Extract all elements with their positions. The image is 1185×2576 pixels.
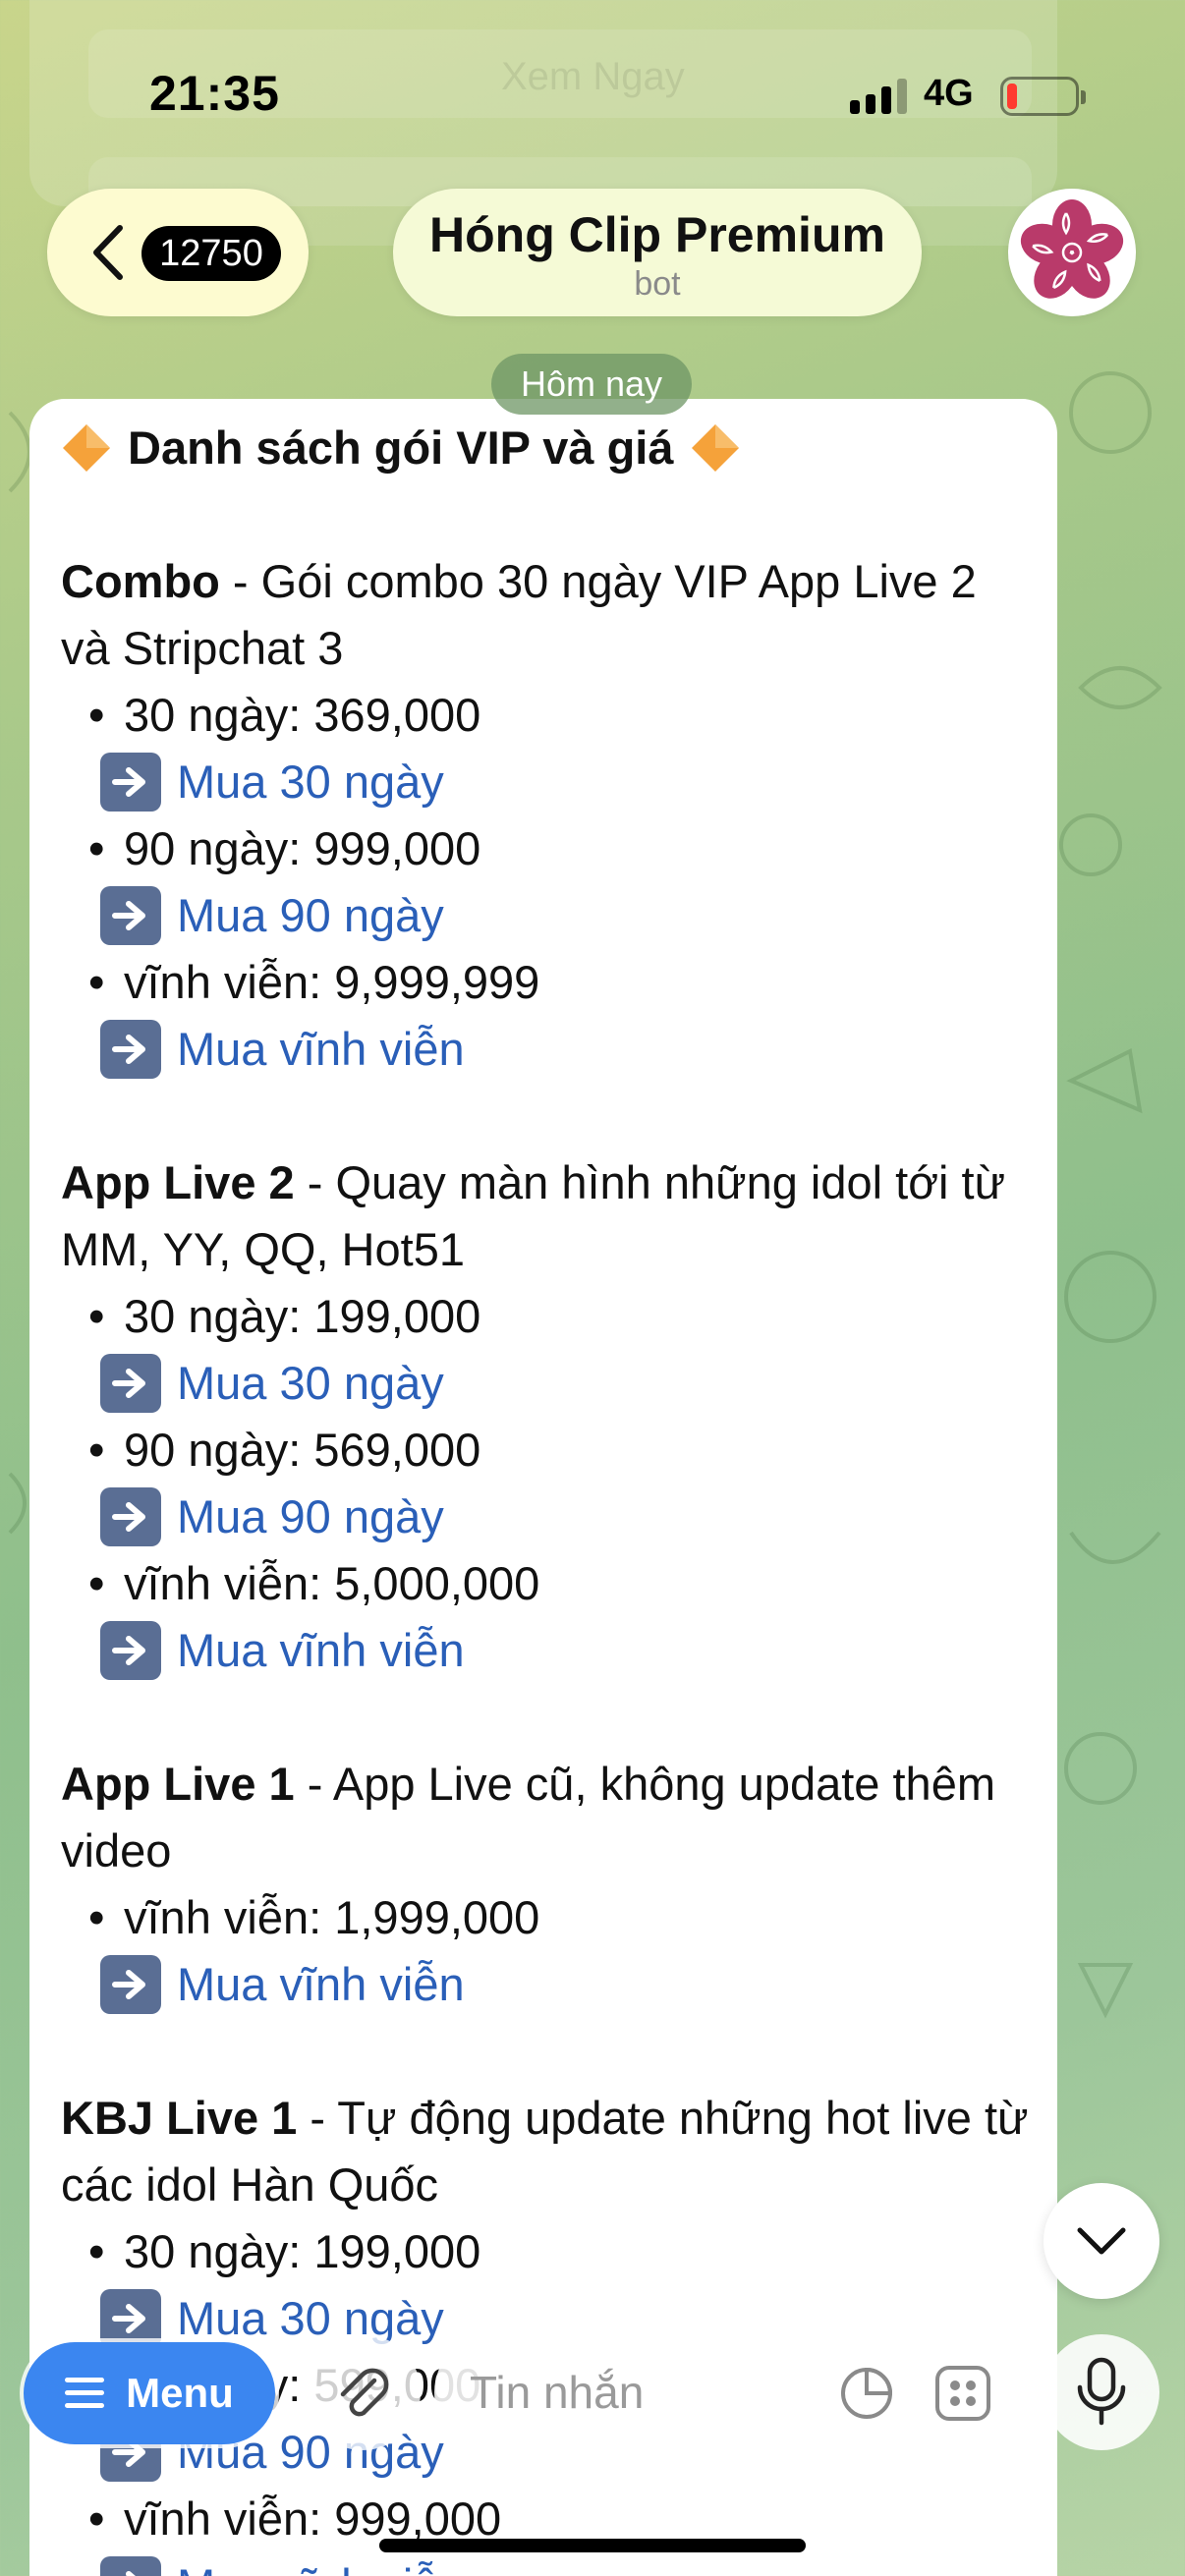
microphone-button[interactable] bbox=[1044, 2334, 1159, 2450]
bullet: • bbox=[88, 2492, 105, 2545]
ghost-text: Xem Ngay bbox=[501, 55, 685, 98]
chat-subtitle: bot bbox=[634, 265, 681, 303]
orange-diamond-icon bbox=[63, 424, 110, 472]
right-arrow-icon bbox=[100, 2289, 161, 2348]
bullet: • bbox=[88, 822, 105, 874]
attach-button[interactable] bbox=[305, 2334, 421, 2450]
buy-link-row: Mua 90 ngày bbox=[61, 1484, 1034, 1550]
right-arrow-icon bbox=[100, 1020, 161, 1079]
chevron-down-icon bbox=[1077, 2227, 1126, 2255]
buy-link-row: Mua 30 ngày bbox=[61, 1350, 1034, 1417]
bullet: • bbox=[88, 1424, 105, 1476]
bot-menu-button[interactable]: Menu bbox=[24, 2342, 275, 2444]
buy-link-row: Mua vĩnh viễn bbox=[61, 2552, 1034, 2576]
price-text: vĩnh viễn: 9,999,999 bbox=[124, 956, 540, 1008]
bullet: • bbox=[88, 1891, 105, 1943]
price-item: • 90 ngày: 569,000 bbox=[61, 1417, 1034, 1484]
chat-title: Hóng Clip Premium bbox=[429, 207, 885, 262]
buy-link[interactable]: Mua 90 ngày bbox=[177, 1484, 444, 1550]
message-heading: Danh sách gói VIP và giá bbox=[61, 415, 1034, 481]
price-item: • 30 ngày: 369,000 bbox=[61, 682, 1034, 749]
right-arrow-icon bbox=[100, 753, 161, 812]
unread-count-badge: 12750 bbox=[141, 226, 281, 281]
scroll-to-bottom-button[interactable] bbox=[1044, 2183, 1159, 2299]
price-text: 30 ngày: 199,000 bbox=[124, 2225, 481, 2277]
message-input-container bbox=[434, 2334, 1024, 2450]
date-chip: Hôm nay bbox=[491, 354, 692, 415]
right-arrow-icon bbox=[100, 886, 161, 945]
buy-link-row: Mua 30 ngày bbox=[61, 749, 1034, 815]
bullet: • bbox=[88, 956, 105, 1008]
price-item: • vĩnh viễn: 9,999,999 bbox=[61, 949, 1034, 1016]
home-indicator bbox=[379, 2539, 806, 2552]
menu-label: Menu bbox=[126, 2370, 234, 2416]
buy-link[interactable]: Mua 90 ngày bbox=[177, 882, 444, 949]
plan-description: App Live 1 - App Live cũ, không update t… bbox=[61, 1751, 1034, 1884]
orange-diamond-icon bbox=[691, 424, 739, 472]
back-button[interactable]: 12750 bbox=[47, 189, 309, 316]
status-time: 21:35 bbox=[149, 66, 280, 121]
chevron-left-icon bbox=[93, 225, 123, 280]
microphone-icon bbox=[1077, 2357, 1126, 2426]
bullet: • bbox=[88, 689, 105, 741]
price-item: • 90 ngày: 999,000 bbox=[61, 815, 1034, 882]
bullet: • bbox=[88, 1557, 105, 1609]
bullet: • bbox=[88, 2225, 105, 2277]
right-arrow-icon bbox=[100, 2556, 161, 2576]
price-item: • 30 ngày: 199,000 bbox=[61, 1283, 1034, 1350]
price-text: 30 ngày: 199,000 bbox=[124, 1290, 481, 1342]
message-text: Danh sách gói VIP và giá Combo - Gói com… bbox=[61, 415, 1034, 2576]
price-text: 30 ngày: 369,000 bbox=[124, 689, 481, 741]
right-arrow-icon bbox=[100, 1354, 161, 1413]
bullet: • bbox=[88, 1290, 105, 1342]
menu-icon bbox=[65, 2378, 105, 2409]
buy-link-row: Mua vĩnh viễn bbox=[61, 1617, 1034, 1684]
emoji-keyboard-icon[interactable] bbox=[933, 2364, 992, 2423]
flower-logo-icon bbox=[1020, 199, 1124, 299]
heading-text: Danh sách gói VIP và giá bbox=[128, 421, 674, 474]
network-type: 4G bbox=[924, 73, 974, 114]
right-arrow-icon bbox=[100, 1955, 161, 2014]
signal-icon bbox=[850, 79, 907, 114]
message-bubble: Danh sách gói VIP và giá Combo - Gói com… bbox=[29, 399, 1057, 2576]
buy-link-row: Mua vĩnh viễn bbox=[61, 1016, 1034, 1083]
buy-link-row: Mua 90 ngày bbox=[61, 882, 1034, 949]
buy-link[interactable]: Mua vĩnh viễn bbox=[177, 1016, 465, 1083]
battery-icon bbox=[1000, 77, 1086, 116]
buy-link[interactable]: Mua vĩnh viễn bbox=[177, 1617, 465, 1684]
price-text: vĩnh viễn: 1,999,000 bbox=[124, 1891, 540, 1943]
buy-link-row: Mua vĩnh viễn bbox=[61, 1951, 1034, 2018]
price-item: • 30 ngày: 199,000 bbox=[61, 2218, 1034, 2285]
plan-description: KBJ Live 1 - Tự động update những hot li… bbox=[61, 2085, 1034, 2218]
plan-name: Combo bbox=[61, 555, 220, 607]
price-item: • vĩnh viễn: 1,999,000 bbox=[61, 1884, 1034, 1951]
plan-description: Combo - Gói combo 30 ngày VIP App Live 2… bbox=[61, 548, 1034, 682]
price-item: • vĩnh viễn: 5,000,000 bbox=[61, 1550, 1034, 1617]
bot-avatar[interactable] bbox=[1008, 189, 1136, 316]
buy-link[interactable]: Mua 30 ngày bbox=[177, 749, 444, 815]
sticker-icon[interactable] bbox=[837, 2364, 896, 2423]
price-text: vĩnh viễn: 999,000 bbox=[124, 2492, 502, 2545]
price-text: 90 ngày: 569,000 bbox=[124, 1424, 481, 1476]
right-arrow-icon bbox=[100, 1621, 161, 1680]
buy-link[interactable]: Mua 30 ngày bbox=[177, 1350, 444, 1417]
buy-link[interactable]: Mua vĩnh viễn bbox=[177, 1951, 465, 2018]
right-arrow-icon bbox=[100, 1487, 161, 1546]
plan-name: KBJ Live 1 bbox=[61, 2092, 298, 2144]
paperclip-icon bbox=[340, 2368, 389, 2417]
buy-link[interactable]: Mua vĩnh viễn bbox=[177, 2552, 465, 2576]
price-text: 90 ngày: 999,000 bbox=[124, 822, 481, 874]
chat-title-button[interactable]: Hóng Clip Premium bot bbox=[393, 189, 922, 316]
price-text: vĩnh viễn: 5,000,000 bbox=[124, 1557, 540, 1609]
plan-description: App Live 2 - Quay màn hình những idol tớ… bbox=[61, 1149, 1034, 1283]
plan-name: App Live 1 bbox=[61, 1758, 295, 1810]
message-input[interactable] bbox=[470, 2356, 804, 2429]
plan-name: App Live 2 bbox=[61, 1156, 295, 1208]
